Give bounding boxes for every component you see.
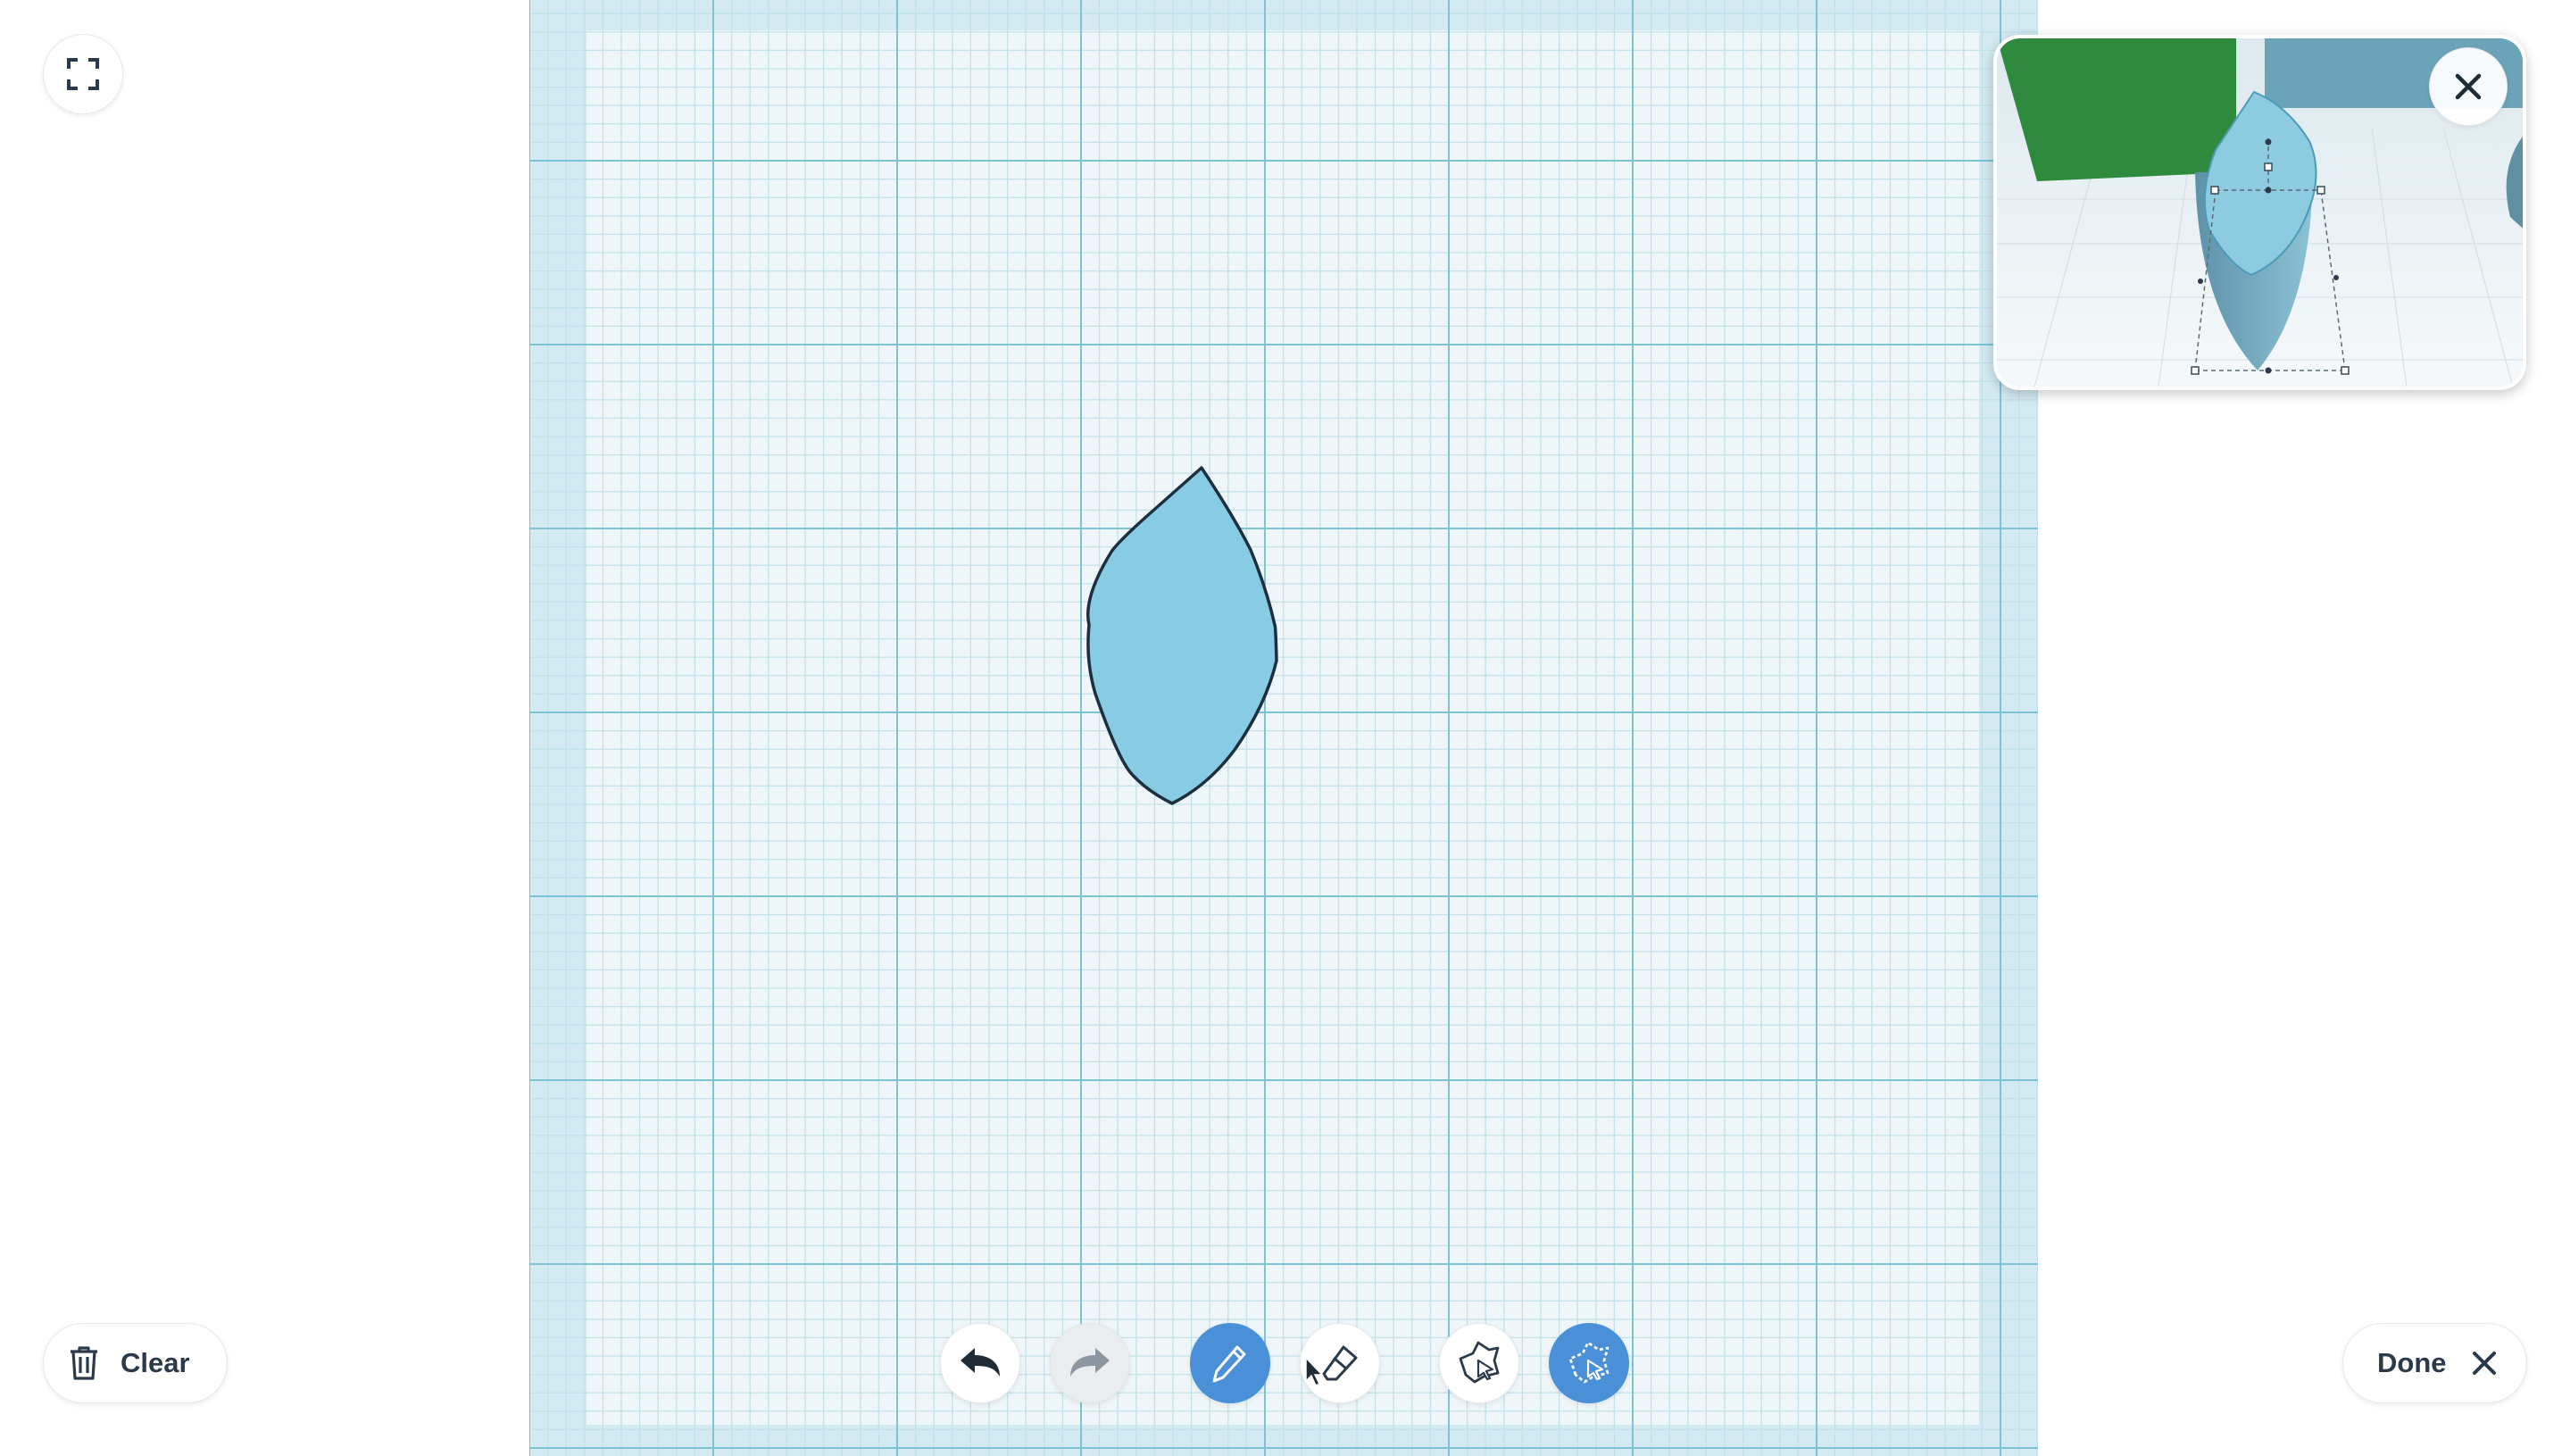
mouse-cursor-icon: [1305, 1357, 1324, 1387]
fullscreen-icon: [67, 58, 99, 90]
fullscreen-button[interactable]: [43, 34, 123, 114]
clear-button[interactable]: Clear: [43, 1323, 228, 1403]
drawing-canvas[interactable]: [529, 0, 2038, 1456]
3d-preview-panel: [1993, 35, 2526, 390]
undo-icon: [961, 1348, 1000, 1377]
eraser-icon: [1322, 1345, 1358, 1381]
pencil-icon: [1212, 1345, 1246, 1383]
grid: [529, 0, 2038, 1456]
trash-icon: [71, 1346, 97, 1380]
redo-button[interactable]: [1050, 1323, 1130, 1403]
select-shape-button[interactable]: [1439, 1323, 1519, 1403]
undo-button[interactable]: [940, 1323, 1020, 1403]
close-preview-button[interactable]: [2429, 47, 2508, 126]
done-button[interactable]: Done: [2342, 1323, 2527, 1403]
close-icon: [2455, 73, 2482, 100]
done-label: Done: [2377, 1347, 2447, 1378]
clear-label: Clear: [121, 1347, 190, 1378]
shape-smooth-icon: [1568, 1341, 1609, 1384]
smooth-shape-button[interactable]: [1549, 1323, 1629, 1403]
redo-icon: [1070, 1348, 1110, 1377]
close-icon: [2472, 1352, 2496, 1375]
pencil-tool-button[interactable]: [1190, 1323, 1270, 1403]
shape-select-icon: [1459, 1341, 1500, 1384]
